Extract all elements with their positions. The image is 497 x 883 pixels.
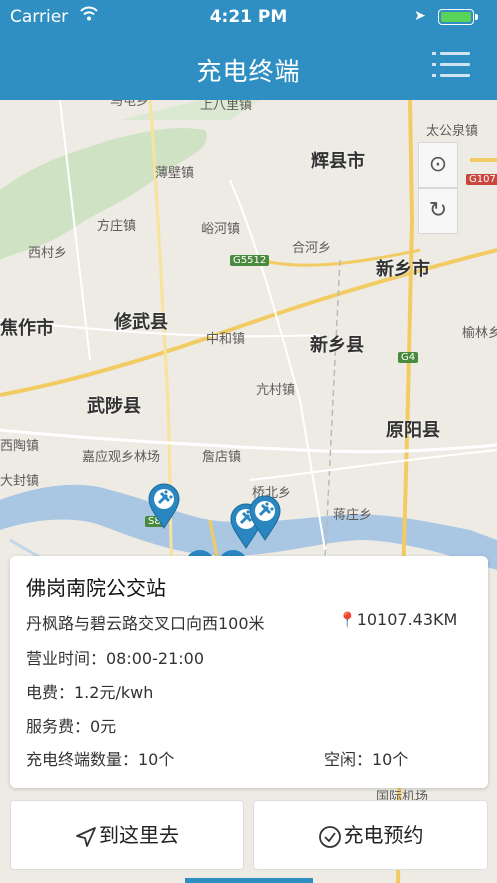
station-hours: 营业时间：08:00-21:00 xyxy=(26,649,204,668)
place-label: 蒋庄乡 xyxy=(333,508,373,523)
city-label: 焦作市 xyxy=(0,318,54,339)
place-label: 西村乡 xyxy=(28,246,68,261)
place-label: 太公泉镇 xyxy=(426,124,479,139)
navigate-button[interactable]: 到这里去 xyxy=(10,800,244,870)
road-shield: G4 xyxy=(398,352,419,363)
station-terminal-count: 充电终端数量：10个 xyxy=(26,750,175,769)
refresh-button[interactable]: ↻ xyxy=(418,188,458,234)
locate-button[interactable]: ⊙ xyxy=(418,142,458,188)
charging-pin-icon[interactable] xyxy=(147,482,181,530)
station-service-fee: 服务费：0元 xyxy=(26,717,117,736)
city-label: 原阳县 xyxy=(386,420,440,441)
road-shield: G107 xyxy=(466,174,497,185)
location-pin-icon: 📍 xyxy=(338,611,357,629)
battery-icon xyxy=(438,9,474,25)
page-title: 充电终端 xyxy=(196,57,301,86)
bottom-indicator xyxy=(185,878,313,883)
place-label: 上八里镇 xyxy=(200,100,253,113)
locate-icon: ⊙ xyxy=(428,152,448,177)
station-info-card[interactable]: 佛岗南院公交站 丹枫路与碧云路交叉口向西100米 📍10107.43KM 营业时… xyxy=(10,556,488,788)
list-menu-icon[interactable] xyxy=(432,48,472,82)
city-label: 新乡县 xyxy=(310,335,364,356)
city-label: 修武县 xyxy=(114,312,168,333)
city-label: 辉县市 xyxy=(311,151,365,172)
station-address: 丹枫路与碧云路交叉口向西100米 xyxy=(26,614,265,633)
place-label: 西陶镇 xyxy=(0,439,40,454)
book-charging-button[interactable]: 充电预约 xyxy=(253,800,488,870)
city-label: 新乡市 xyxy=(376,259,430,280)
location-arrow-icon: ➤ xyxy=(414,8,426,24)
top-bar: Carrier 4:21 PM ➤ 充电终端 xyxy=(0,0,497,100)
place-label: 合河乡 xyxy=(292,241,332,256)
station-idle-count: 空闲：10个 xyxy=(324,750,409,769)
navigate-label: 到这里去 xyxy=(99,823,179,847)
place-label: 大封镇 xyxy=(0,474,40,489)
station-distance: 📍10107.43KM xyxy=(338,610,457,629)
station-name: 佛岗南院公交站 xyxy=(26,576,166,600)
station-fee: 电费：1.2元/kwh xyxy=(26,683,154,702)
charging-pin-icon[interactable] xyxy=(248,494,282,542)
place-label: 嘉应观乡林场 xyxy=(82,450,161,465)
place-label: 詹店镇 xyxy=(202,450,242,465)
place-label: 榆林乡 xyxy=(462,326,497,341)
place-label: 薄壁镇 xyxy=(155,166,195,181)
navigation-arrow-icon xyxy=(76,826,96,847)
place-label: 亢村镇 xyxy=(256,383,296,398)
book-label: 充电预约 xyxy=(343,823,424,847)
distance-value: 10107.43KM xyxy=(356,610,458,629)
status-bar: Carrier 4:21 PM ➤ xyxy=(0,0,497,34)
place-label: 中和镇 xyxy=(206,332,246,347)
refresh-icon: ↻ xyxy=(428,198,448,223)
place-label: 方庄镇 xyxy=(97,219,137,234)
road-shield: G5512 xyxy=(230,255,270,266)
city-label: 武陟县 xyxy=(87,396,141,417)
place-label: 马屯乡 xyxy=(110,100,150,109)
check-circle-icon xyxy=(318,825,341,848)
place-label: 峪河镇 xyxy=(201,222,241,237)
